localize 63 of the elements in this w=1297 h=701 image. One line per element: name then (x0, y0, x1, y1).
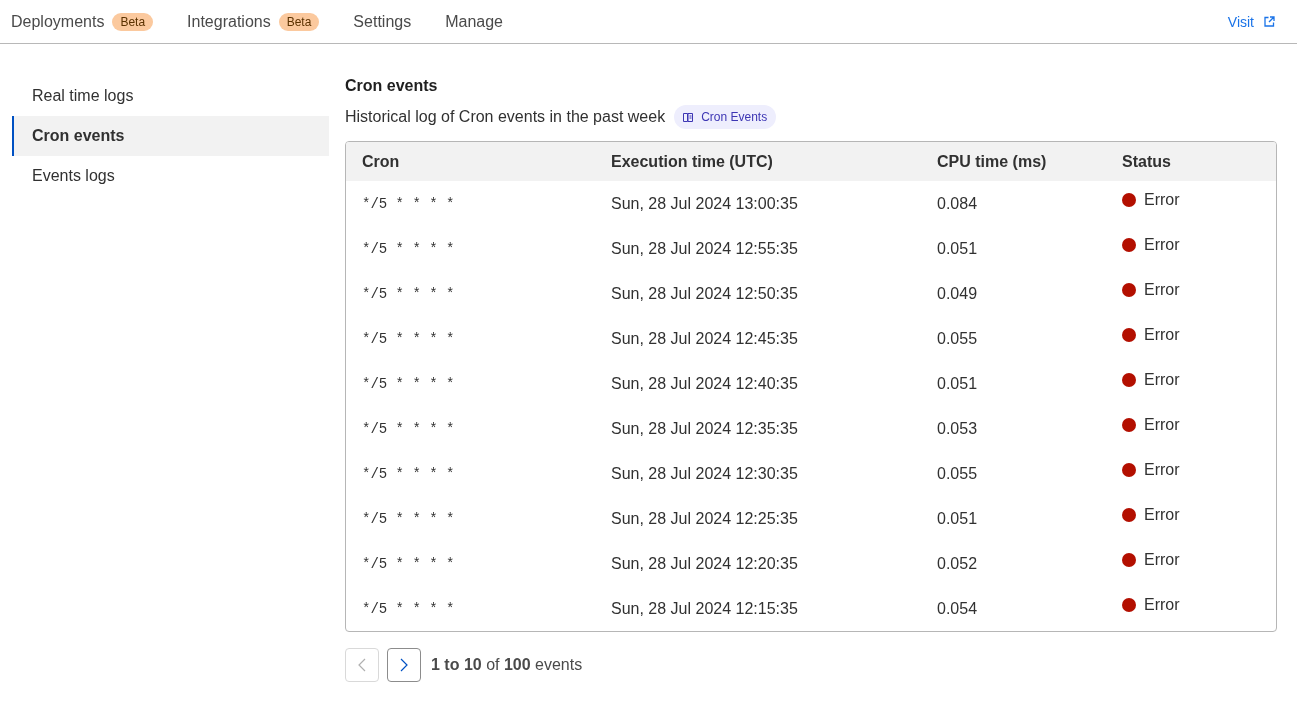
table-cell: 0.051 (937, 509, 978, 527)
nav-tab[interactable]: Manage (445, 0, 503, 43)
status-text: Error (1144, 550, 1180, 569)
table-cell: */5 * * * * (362, 330, 455, 347)
status-text: Error (1144, 505, 1180, 524)
table-cell: */5 * * * * (362, 465, 455, 482)
table-cell: Sun, 28 Jul 2024 12:25:35 (611, 509, 798, 527)
table-cell: Sun, 28 Jul 2024 12:15:35 (611, 599, 798, 617)
table-cell: Sun, 28 Jul 2024 12:20:35 (611, 554, 798, 572)
table-cell: Sun, 28 Jul 2024 12:45:35 (611, 329, 798, 347)
table-cell: Sun, 28 Jul 2024 12:50:35 (611, 284, 798, 302)
table-cell: */5 * * * * (362, 420, 455, 437)
status-text: Error (1144, 190, 1180, 209)
status-text: Error (1144, 415, 1180, 434)
section-title: Cron events (345, 76, 439, 96)
status-text: Error (1144, 460, 1180, 479)
external-link-icon (1264, 16, 1275, 27)
docs-tag[interactable]: Cron Events (674, 105, 777, 129)
nav-tab[interactable]: Integrations Beta (187, 0, 320, 43)
status-text: Error (1144, 595, 1180, 614)
status-text: Error (1144, 370, 1180, 389)
column-header: Status (1122, 152, 1171, 170)
table-cell: */5 * * * * (362, 555, 455, 572)
table-cell: 0.051 (937, 374, 978, 392)
status-text: Error (1144, 325, 1180, 344)
nav-tab[interactable]: Settings (353, 0, 412, 43)
table-cell: 0.054 (937, 599, 978, 617)
table-cell: Sun, 28 Jul 2024 12:55:35 (611, 239, 798, 257)
section-description: Historical log of Cron events in the past week (345, 108, 666, 126)
table-cell: */5 * * * * (362, 600, 455, 617)
table-cell: Sun, 28 Jul 2024 12:35:35 (611, 419, 798, 437)
beta-badge: Beta (112, 12, 154, 31)
pagination-summary: 1 to 10 of 100 events (431, 656, 583, 674)
sidebar-item[interactable]: Real time logs (12, 76, 329, 116)
sidebar-item[interactable]: Events logs (12, 156, 329, 196)
beta-badge: Beta (278, 12, 320, 31)
table-cell: 0.055 (937, 329, 978, 347)
column-header: Cron (362, 152, 400, 170)
table-cell: 0.055 (937, 464, 978, 482)
table-cell: */5 * * * * (362, 240, 455, 257)
column-header: CPU time (ms) (937, 152, 1047, 170)
status-text: Error (1144, 235, 1180, 254)
table-cell: */5 * * * * (362, 375, 455, 392)
table-cell: Sun, 28 Jul 2024 13:00:35 (611, 194, 798, 212)
next-page-button[interactable] (387, 648, 421, 682)
status-text: Error (1144, 280, 1180, 299)
table-cell: 0.051 (937, 239, 978, 257)
nav-tab[interactable]: Deployments Beta (11, 0, 154, 43)
table-cell: */5 * * * * (362, 510, 455, 527)
table-cell: */5 * * * * (362, 195, 455, 212)
table-cell: */5 * * * * (362, 285, 455, 302)
column-header: Execution time (UTC) (611, 152, 773, 170)
chevron-right-icon (400, 658, 408, 672)
table-cell: Sun, 28 Jul 2024 12:30:35 (611, 464, 798, 482)
table-cell: 0.053 (937, 419, 978, 437)
table-cell: 0.084 (937, 194, 978, 212)
table-cell: 0.052 (937, 554, 978, 572)
chevron-left-icon (358, 658, 366, 672)
table-cell: 0.049 (937, 284, 978, 302)
visit-link[interactable]: Visit (1227, 13, 1275, 30)
sidebar-item[interactable]: Cron events (12, 116, 329, 156)
table-cell: Sun, 28 Jul 2024 12:40:35 (611, 374, 798, 392)
book-icon (683, 112, 694, 122)
